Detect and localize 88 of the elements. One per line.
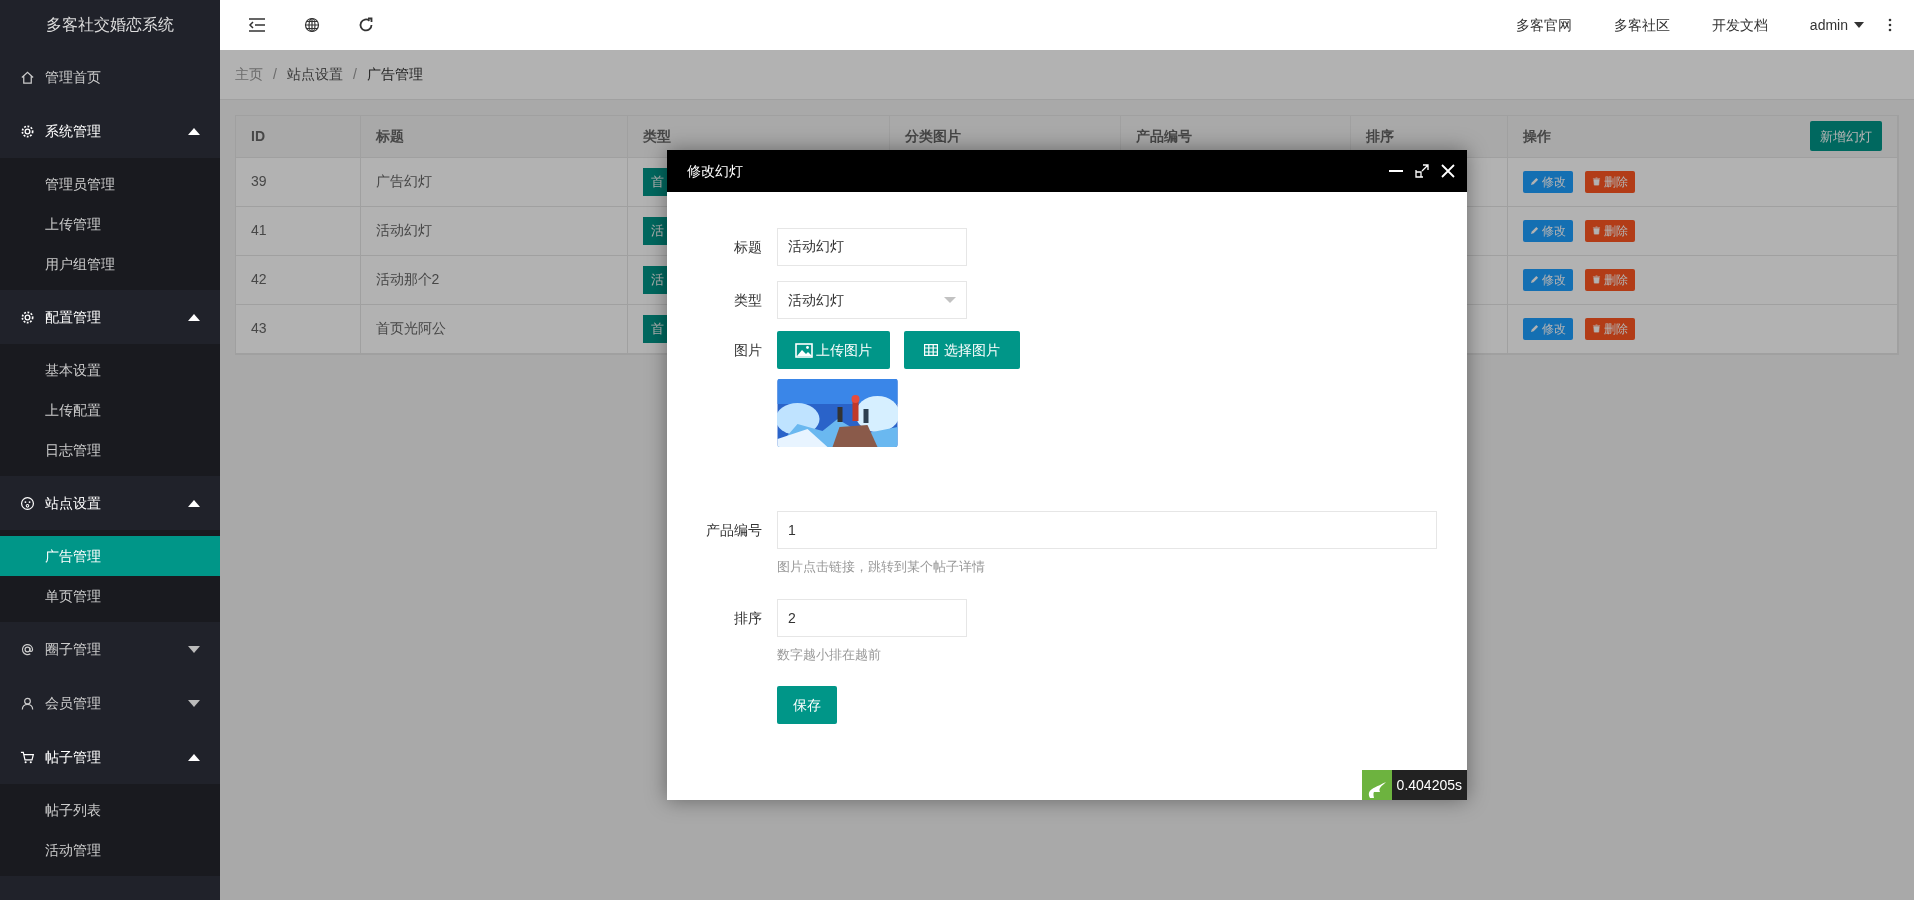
column-header: 类型 xyxy=(642,126,671,146)
sidebar-subitem[interactable]: 管理员管理 xyxy=(0,164,220,204)
dialog-title: 修改幻灯 xyxy=(687,161,743,181)
caret-down-icon xyxy=(944,297,956,303)
user-menu[interactable]: admin xyxy=(1809,14,1864,36)
sidebar-subitem[interactable]: 上传配置 xyxy=(0,390,220,430)
sidebar-item[interactable]: 配置管理 xyxy=(0,290,220,344)
image-icon xyxy=(795,342,813,358)
table-cell: 广告幻灯 xyxy=(375,173,432,189)
column-header: 标题 xyxy=(375,126,404,146)
input-field[interactable]: 1 xyxy=(777,511,1437,549)
caret-down-icon xyxy=(188,699,200,707)
input-field[interactable]: 活动幻灯 xyxy=(777,228,967,266)
trash-icon xyxy=(1591,177,1601,186)
nav-link[interactable]: 多客社区 xyxy=(1613,14,1670,36)
column-header: 排序 xyxy=(1365,126,1394,146)
table-cell: 43 xyxy=(251,320,267,336)
caret-down-icon xyxy=(1854,22,1864,28)
refresh-icon[interactable] xyxy=(358,17,374,33)
breadcrumb-separator: / xyxy=(273,65,277,84)
column-header: 分类图片 xyxy=(904,126,961,146)
caret-up-icon xyxy=(188,127,200,135)
upload-button[interactable]: 上传图片 xyxy=(777,331,890,369)
more-icon[interactable] xyxy=(1888,18,1892,32)
sidebar-item[interactable]: 站点设置 xyxy=(0,476,220,530)
choose-button[interactable]: 选择图片 xyxy=(904,331,1020,369)
home-icon xyxy=(20,69,35,85)
sidebar-item[interactable]: 管理首页 xyxy=(0,50,220,104)
table-cell: 活动幻灯 xyxy=(375,222,432,238)
table-cell: 活动那个2 xyxy=(375,271,440,287)
pencil-icon xyxy=(1529,177,1539,186)
table-cell: 41 xyxy=(251,222,267,238)
nav-link[interactable]: 开发文档 xyxy=(1711,14,1768,36)
grid-icon xyxy=(924,344,938,356)
sidebar-item[interactable]: 帖子管理 xyxy=(0,730,220,784)
breadcrumb-link[interactable]: 站点设置 xyxy=(286,64,343,85)
sidebar-subitem[interactable]: 活动管理 xyxy=(0,830,220,870)
nav-link[interactable]: 多客官网 xyxy=(1515,14,1572,36)
field-label: 图片 xyxy=(733,341,763,360)
sidebar-item[interactable]: 系统管理 xyxy=(0,104,220,158)
app-title: 多客社交婚恋系统 xyxy=(46,15,174,35)
sidebar-subitem[interactable]: 用户组管理 xyxy=(0,244,220,284)
field-label: 排序 xyxy=(733,608,763,628)
gear-icon xyxy=(20,309,35,325)
caret-up-icon xyxy=(188,499,200,507)
pencil-icon xyxy=(1529,275,1539,284)
column-header: 操作 xyxy=(1522,126,1551,146)
sidebar-subitem[interactable]: 单页管理 xyxy=(0,576,220,616)
table-cell: 42 xyxy=(251,271,267,287)
debug-time: 0.404205s xyxy=(1391,770,1467,800)
globe-icon[interactable] xyxy=(304,17,320,33)
caret-down-icon xyxy=(188,645,200,653)
caret-up-icon xyxy=(188,313,200,321)
column-header: 产品编号 xyxy=(1135,126,1192,146)
sidebar-item[interactable]: 圈子管理 xyxy=(0,622,220,676)
at-icon xyxy=(20,641,35,657)
field-hint: 数字越小排在越前 xyxy=(777,645,882,664)
trash-icon xyxy=(1591,226,1601,235)
sidebar-subitem[interactable]: 帖子列表 xyxy=(0,790,220,830)
maximize-icon[interactable] xyxy=(1415,164,1429,178)
sidebar-subitem[interactable]: 上传管理 xyxy=(0,204,220,244)
caret-up-icon xyxy=(188,753,200,761)
trash-icon xyxy=(1591,324,1601,333)
trash-icon xyxy=(1591,275,1601,284)
menu-fold-icon[interactable] xyxy=(248,18,266,32)
cart-icon xyxy=(20,749,35,765)
field-label: 标题 xyxy=(733,238,763,257)
input-field[interactable]: 2 xyxy=(777,598,967,637)
breadcrumb-separator: / xyxy=(352,65,357,84)
sidebar-item[interactable]: 会员管理 xyxy=(0,676,220,730)
select-field[interactable]: 活动幻灯 xyxy=(777,281,967,319)
sidebar-subitem[interactable]: 基本设置 xyxy=(0,350,220,390)
column-header: ID xyxy=(251,126,265,146)
breadcrumb-link[interactable]: 广告管理 xyxy=(366,64,423,85)
table-cell: 首页光阿公 xyxy=(375,320,446,336)
user-icon xyxy=(20,695,35,711)
field-label: 类型 xyxy=(733,290,763,310)
table-cell: 39 xyxy=(251,173,267,189)
sidebar-subitem[interactable]: 广告管理 xyxy=(0,536,220,576)
field-hint: 图片点击链接，跳转到某个帖子详情 xyxy=(777,558,986,576)
field-label: 产品编号 xyxy=(705,521,763,540)
face-icon xyxy=(20,495,35,511)
pencil-icon xyxy=(1529,226,1539,235)
gear-icon xyxy=(20,123,35,139)
pencil-icon xyxy=(1529,324,1539,333)
sidebar-subitem[interactable]: 日志管理 xyxy=(0,430,220,470)
save-button[interactable]: 保存 xyxy=(777,686,837,724)
close-icon[interactable] xyxy=(1441,164,1455,178)
